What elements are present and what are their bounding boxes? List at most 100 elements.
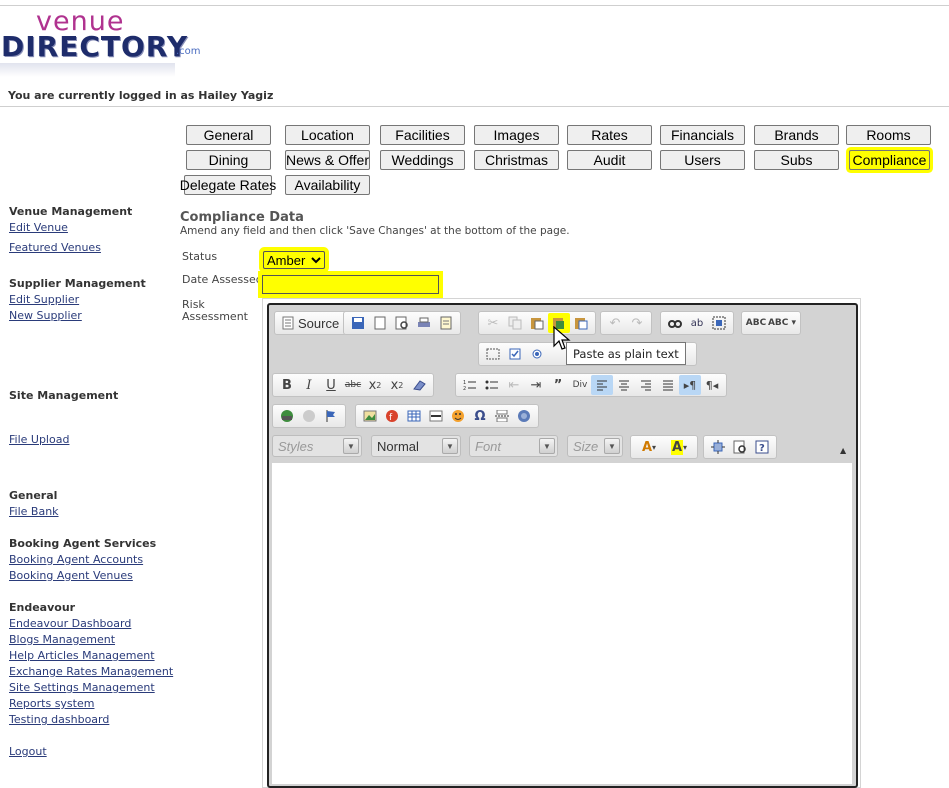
tab-financials[interactable]: Financials	[660, 125, 745, 145]
undo-icon[interactable]: ↶	[604, 313, 626, 333]
preview-icon[interactable]	[391, 313, 413, 333]
iframe-icon[interactable]	[513, 406, 535, 426]
spellcheck-as-you-type-icon[interactable]: ABC ▾	[767, 313, 797, 333]
sidebar-link-site-settings-management[interactable]: Site Settings Management	[9, 681, 155, 694]
increase-indent-icon[interactable]: ⇥	[525, 375, 547, 395]
tab-compliance[interactable]: Compliance	[849, 150, 930, 170]
maximize-icon[interactable]	[707, 437, 729, 457]
sidebar-link-help-articles-management[interactable]: Help Articles Management	[9, 649, 155, 662]
status-select[interactable]: Amber	[263, 251, 325, 269]
remove-format-icon[interactable]	[408, 375, 430, 395]
sidebar-link-booking-agent-accounts[interactable]: Booking Agent Accounts	[9, 553, 143, 566]
sidebar-link-logout[interactable]: Logout	[9, 745, 47, 758]
templates-icon[interactable]	[435, 313, 457, 333]
italic-icon[interactable]: I	[298, 375, 320, 395]
sidebar-link-exchange-rates-management[interactable]: Exchange Rates Management	[9, 665, 173, 678]
new-page-icon[interactable]	[369, 313, 391, 333]
align-right-icon[interactable]	[635, 375, 657, 395]
sidebar-link-featured-venues[interactable]: Featured Venues	[9, 241, 101, 254]
copy-icon[interactable]	[504, 313, 526, 333]
blockquote-icon[interactable]: ”	[547, 375, 569, 395]
text-color-icon[interactable]: A ▾	[634, 437, 664, 457]
select-all-icon[interactable]	[708, 313, 730, 333]
justify-icon[interactable]	[657, 375, 679, 395]
chevron-down-icon	[311, 257, 321, 264]
sidebar-link-file-upload[interactable]: File Upload	[9, 433, 69, 446]
smiley-icon[interactable]	[447, 406, 469, 426]
sidebar-link-edit-supplier[interactable]: Edit Supplier	[9, 293, 79, 306]
editor-content-area[interactable]	[272, 463, 852, 784]
image-icon[interactable]	[359, 406, 381, 426]
tab-audit[interactable]: Audit	[567, 150, 652, 170]
tab-rooms[interactable]: Rooms	[846, 125, 931, 145]
form-icon[interactable]	[482, 344, 504, 364]
print-icon[interactable]	[413, 313, 435, 333]
create-div-icon[interactable]: Div	[569, 375, 591, 395]
special-char-icon[interactable]: Ω	[469, 406, 491, 426]
tab-general[interactable]: General	[186, 125, 271, 145]
numbered-list-icon[interactable]: 12	[459, 375, 481, 395]
spellcheck-icon[interactable]: ABC	[745, 313, 767, 333]
unlink-icon[interactable]	[298, 406, 320, 426]
radio-icon[interactable]	[526, 344, 548, 364]
strikethrough-icon[interactable]: abc	[342, 375, 364, 395]
sidebar-link-blogs-management[interactable]: Blogs Management	[9, 633, 115, 646]
tab-location[interactable]: Location	[285, 125, 370, 145]
paste-icon[interactable]	[526, 313, 548, 333]
save-icon[interactable]	[347, 313, 369, 333]
styles-combo[interactable]: Styles ▼	[272, 435, 362, 457]
tab-images[interactable]: Images	[474, 125, 559, 145]
flash-icon[interactable]: f	[381, 406, 403, 426]
tab-brands[interactable]: Brands	[754, 125, 839, 145]
text-direction-ltr-icon[interactable]: ▸¶	[679, 375, 701, 395]
show-blocks-icon[interactable]	[729, 437, 751, 457]
bulleted-list-icon[interactable]	[481, 375, 503, 395]
page-break-icon[interactable]	[491, 406, 513, 426]
subscript-icon[interactable]: x2	[364, 375, 386, 395]
link-icon[interactable]	[276, 406, 298, 426]
sidebar-link-booking-agent-venues[interactable]: Booking Agent Venues	[9, 569, 133, 582]
sidebar-link-testing-dashboard[interactable]: Testing dashboard	[9, 713, 109, 726]
cut-icon[interactable]: ✂	[482, 313, 504, 333]
size-combo[interactable]: Size ▼	[567, 435, 623, 457]
format-combo[interactable]: Normal ▼	[371, 435, 461, 457]
tab-news-offer[interactable]: News & Offer	[285, 150, 370, 170]
font-combo[interactable]: Font ▼	[469, 435, 558, 457]
horizontal-rule-icon[interactable]	[425, 406, 447, 426]
table-icon[interactable]	[403, 406, 425, 426]
tab-christmas[interactable]: Christmas	[474, 150, 559, 170]
anchor-icon[interactable]	[320, 406, 342, 426]
sidebar-link-file-bank[interactable]: File Bank	[9, 505, 59, 518]
tab-rates[interactable]: Rates	[567, 125, 652, 145]
collapse-toolbar-icon[interactable]: ▲	[840, 446, 846, 455]
site-logo[interactable]: venue DIRECTORY .com	[0, 6, 205, 78]
tab-facilities[interactable]: Facilities	[380, 125, 465, 145]
decrease-indent-icon[interactable]: ⇤	[503, 375, 525, 395]
superscript-icon[interactable]: x2	[386, 375, 408, 395]
sidebar-link-reports-system[interactable]: Reports system	[9, 697, 94, 710]
tab-dining[interactable]: Dining	[186, 150, 271, 170]
sidebar-link-endeavour-dashboard[interactable]: Endeavour Dashboard	[9, 617, 131, 630]
tab-availability[interactable]: Availability	[285, 175, 370, 195]
align-left-icon[interactable]	[591, 375, 613, 395]
underline-icon[interactable]: U	[320, 375, 342, 395]
text-direction-rtl-icon[interactable]: ¶◂	[701, 375, 723, 395]
sidebar-link-new-supplier[interactable]: New Supplier	[9, 309, 82, 322]
sidebar-link-edit-venue[interactable]: Edit Venue	[9, 221, 68, 234]
source-button[interactable]: Source	[278, 316, 343, 331]
find-icon[interactable]	[664, 313, 686, 333]
tab-subs[interactable]: Subs	[754, 150, 839, 170]
tab-delegate-rates[interactable]: Delegate Rates	[180, 175, 276, 195]
tab-users[interactable]: Users	[660, 150, 745, 170]
align-center-icon[interactable]	[613, 375, 635, 395]
tab-weddings[interactable]: Weddings	[380, 150, 465, 170]
replace-icon[interactable]: ab	[686, 313, 708, 333]
checkbox-icon[interactable]	[504, 344, 526, 364]
about-icon[interactable]: ?	[751, 437, 773, 457]
date-assessed-input[interactable]	[262, 275, 439, 294]
bold-icon[interactable]: B	[276, 375, 298, 395]
logo-dotcom-text: .com	[176, 46, 201, 57]
redo-icon[interactable]: ↷	[626, 313, 648, 333]
background-color-icon[interactable]: A ▾	[664, 437, 694, 457]
paste-from-word-icon[interactable]	[570, 313, 592, 333]
